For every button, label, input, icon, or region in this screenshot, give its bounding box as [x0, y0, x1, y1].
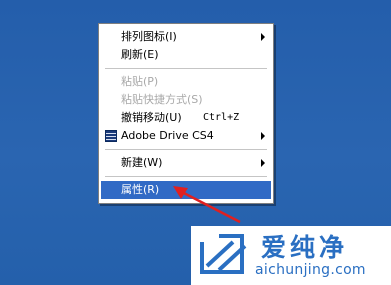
adobe-drive-icon — [105, 130, 117, 142]
submenu-arrow-icon — [261, 132, 265, 140]
logo-icon — [199, 232, 247, 274]
menu-separator — [105, 149, 267, 150]
menu-item-label: 属性(R) — [121, 183, 160, 196]
menu-separator — [105, 68, 267, 69]
menu-item-adobe-drive[interactable]: Adobe Drive CS4 — [101, 127, 271, 145]
menu-item-new[interactable]: 新建(W) — [101, 154, 271, 172]
menu-separator — [105, 176, 267, 177]
menu-item-label: 新建(W) — [121, 156, 163, 169]
menu-item-refresh[interactable]: 刷新(E) — [101, 46, 271, 64]
submenu-arrow-icon — [261, 33, 265, 41]
menu-item-label: 粘贴快捷方式(S) — [121, 93, 203, 106]
menu-item-label: 刷新(E) — [121, 48, 159, 61]
menu-item-label: Adobe Drive CS4 — [121, 129, 214, 142]
watermark-logo: 爱纯净 aichunjing.com — [191, 226, 391, 285]
red-arrow-icon — [173, 186, 241, 224]
logo-url: aichunjing.com — [255, 262, 366, 278]
context-menu: 排列图标(I) 刷新(E) 粘贴(P) 粘贴快捷方式(S) 撤销移动(U) Ct… — [98, 23, 274, 204]
submenu-arrow-icon — [261, 159, 265, 167]
menu-item-undo-move[interactable]: 撤销移动(U) Ctrl+Z — [101, 109, 271, 127]
menu-item-label: 粘贴(P) — [121, 75, 159, 88]
logo-name: 爱纯净 — [261, 233, 349, 262]
menu-item-label: 撤销移动(U) — [121, 111, 182, 124]
menu-item-paste-shortcut: 粘贴快捷方式(S) — [101, 91, 271, 109]
menu-item-label: 排列图标(I) — [121, 30, 177, 43]
menu-item-shortcut: Ctrl+Z — [203, 112, 240, 123]
menu-item-arrange-icons[interactable]: 排列图标(I) — [101, 28, 271, 46]
menu-item-paste: 粘贴(P) — [101, 73, 271, 91]
